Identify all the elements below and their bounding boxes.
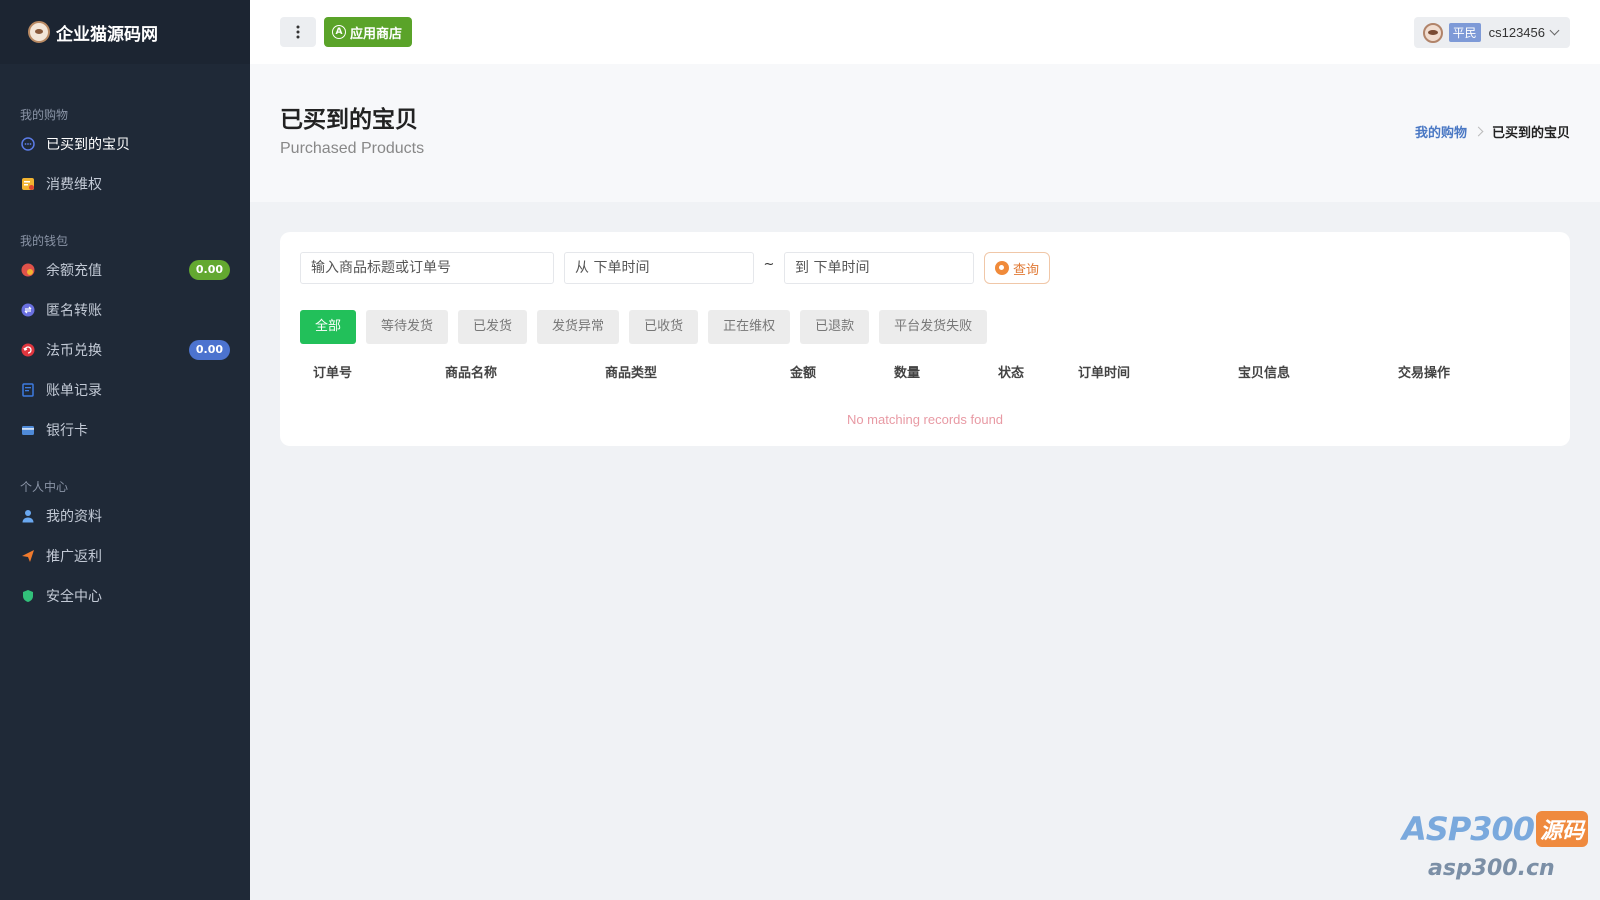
sidebar: 企业猫源码网 我的购物 已买到的宝贝 消费维权 我的钱包 余额充值 0.00 匿… [0,0,250,900]
chevron-down-icon [1549,25,1560,36]
sidebar-item-bank-card[interactable]: 银行卡 [0,410,250,450]
sidebar-item-label: 已买到的宝贝 [46,137,130,153]
query-label: 查询 [1013,262,1040,278]
brand[interactable]: 企业猫源码网 [0,0,250,64]
sidebar-item-transfer[interactable]: 匿名转账 [0,290,250,330]
search-icon [995,261,1009,275]
sidebar-item-label: 银行卡 [46,423,88,439]
tab-all[interactable]: 全部 [300,310,357,344]
column-header-status[interactable]: 状态 [998,362,1024,381]
keyword-search-input[interactable] [300,252,554,284]
card-icon [20,422,36,438]
table-header: 订单号 商品名称 商品类型 金额 数量 状态 订单时间 宝贝信息 交易操作 [300,358,1550,384]
app-store-button[interactable]: A 应用商店 [324,17,413,47]
paper-plane-icon [20,548,36,564]
page-title: 已买到的宝贝 [280,107,418,133]
sidebar-item-profile[interactable]: 我的资料 [0,496,250,536]
tab-in-dispute[interactable]: 正在维权 [708,310,791,344]
page-subtitle: Purchased Products [280,140,425,157]
sidebar-item-label: 余额充值 [46,263,102,279]
query-button[interactable]: 查询 [984,252,1051,284]
exchange-badge: 0.00 [188,340,230,360]
breadcrumb-current: 已买到的宝贝 [1491,126,1570,141]
orders-card: ~ 查询 全部 等待发货 已发货 发货异常 已收货 正在维权 已退款 平台发货失… [280,232,1570,446]
sidebar-item-rights[interactable]: 消费维权 [0,164,250,204]
tab-received[interactable]: 已收货 [629,310,699,344]
sidebar-item-security[interactable]: 安全中心 [0,576,250,616]
watermark-brand: ASP300 [1402,810,1535,848]
column-header-item-info[interactable]: 宝贝信息 [1238,362,1290,381]
column-header-order-time[interactable]: 订单时间 [1078,362,1130,381]
sidebar-item-label: 账单记录 [46,383,102,399]
sidebar-item-label: 匿名转账 [46,303,102,319]
user-icon [20,508,36,524]
nav-group-title-personal: 个人中心 [20,480,69,494]
exchange-icon [20,342,36,358]
sidebar-item-referral[interactable]: 推广返利 [0,536,250,576]
more-menu-button[interactable] [280,17,316,47]
sidebar-item-label: 我的资料 [46,509,102,525]
sidebar-item-label: 推广返利 [46,549,102,565]
breadcrumb-parent[interactable]: 我的购物 [1415,122,1467,141]
date-range-separator: ~ [763,256,775,272]
nav-group-title-wallet: 我的钱包 [20,234,69,248]
chevron-right-icon [1473,126,1484,137]
sidebar-item-label: 安全中心 [46,589,102,605]
coin-icon [20,262,36,278]
brand-name: 企业猫源码网 [56,24,158,45]
sidebar-item-bills[interactable]: 账单记录 [0,370,250,410]
watermark-url: asp300.cn [1428,856,1555,881]
page-header: 已买到的宝贝 Purchased Products 我的购物 已买到的宝贝 [250,64,1600,202]
cat-logo-icon [28,21,50,43]
sidebar-item-label: 消费维权 [46,177,102,193]
search-row: ~ 查询 [300,252,1051,284]
watermark-badge: 源码 [1536,811,1589,847]
column-header-quantity[interactable]: 数量 [894,362,920,381]
column-header-order-no[interactable]: 订单号 [313,362,352,381]
tab-shipping-error[interactable]: 发货异常 [537,310,620,344]
nav-group-title-shopping: 我的购物 [20,108,69,122]
balance-badge: 0.00 [188,260,230,280]
avatar [1422,22,1443,43]
sidebar-item-exchange[interactable]: 法币兑换 0.00 [0,330,250,370]
bill-icon [20,382,36,398]
user-role-badge: 平民 [1448,23,1481,42]
tab-platform-ship-failed[interactable]: 平台发货失败 [879,310,988,344]
username: cs123456 [1488,25,1545,40]
watermark-logo: ASP300 源码 asp300.cn [1392,810,1592,890]
top-bar: A 应用商店 平民 cs123456 [250,0,1600,64]
circle-dots-icon [20,136,36,152]
empty-table-message: No matching records found [846,412,1004,427]
receipt-icon [20,176,36,192]
app-store-icon: A [332,25,346,39]
vertical-dots-icon [296,25,300,39]
column-header-actions[interactable]: 交易操作 [1398,362,1450,381]
tab-refunded[interactable]: 已退款 [800,310,870,344]
breadcrumb: 我的购物 已买到的宝贝 [1415,122,1570,141]
watermark-brand-row: ASP300 源码 [1402,810,1589,848]
app-store-label: 应用商店 [350,26,403,42]
shield-icon [20,588,36,604]
transfer-icon [20,302,36,318]
sidebar-item-label: 法币兑换 [46,343,102,359]
date-from-input[interactable] [564,252,754,284]
user-menu[interactable]: 平民 cs123456 [1413,17,1570,48]
sidebar-item-recharge[interactable]: 余额充值 0.00 [0,250,250,290]
column-header-amount[interactable]: 金额 [790,362,816,381]
column-header-product-type[interactable]: 商品类型 [605,362,657,381]
column-header-product-name[interactable]: 商品名称 [445,362,497,381]
sidebar-item-purchased[interactable]: 已买到的宝贝 [0,124,250,164]
tab-shipped[interactable]: 已发货 [458,310,528,344]
status-tabs: 全部 等待发货 已发货 发货异常 已收货 正在维权 已退款 平台发货失败 [300,310,997,344]
date-to-input[interactable] [784,252,974,284]
tab-awaiting-shipment[interactable]: 等待发货 [366,310,449,344]
